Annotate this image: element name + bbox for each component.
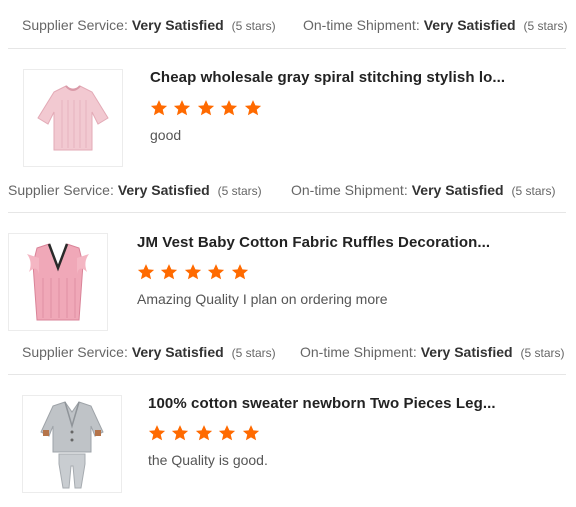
product-title[interactable]: JM Vest Baby Cotton Fabric Ruffles Decor… bbox=[137, 234, 490, 251]
shipment-value: Very Satisfied bbox=[420, 344, 513, 360]
shipment-label: On-time Shipment: bbox=[291, 182, 408, 198]
product-thumbnail[interactable] bbox=[23, 69, 123, 167]
star-icon bbox=[195, 424, 213, 442]
star-icon bbox=[171, 424, 189, 442]
shipment-stars: (5 stars) bbox=[520, 346, 565, 360]
rating-row: Supplier Service: Very Satisfied (5 stars)… bbox=[0, 344, 576, 364]
supplier-service-stars: (5 stars) bbox=[231, 19, 276, 33]
shipment-value: Very Satisfied bbox=[411, 182, 504, 198]
supplier-service-value: Very Satisfied bbox=[131, 344, 224, 360]
review-comment: Amazing Quality I plan on ordering more bbox=[137, 291, 388, 307]
star-icon bbox=[220, 99, 238, 117]
supplier-service-value: Very Satisfied bbox=[117, 182, 210, 198]
star-icon bbox=[218, 424, 236, 442]
star-rating bbox=[148, 424, 261, 442]
star-icon bbox=[242, 424, 260, 442]
star-icon bbox=[160, 263, 178, 281]
product-thumbnail[interactable] bbox=[22, 395, 122, 493]
shipment-label: On-time Shipment: bbox=[300, 344, 417, 360]
supplier-service-stars: (5 stars) bbox=[217, 184, 262, 198]
star-icon bbox=[231, 263, 249, 281]
divider bbox=[8, 374, 566, 375]
divider bbox=[8, 48, 566, 49]
supplier-service-value: Very Satisfied bbox=[131, 17, 224, 33]
product-thumbnail[interactable] bbox=[8, 233, 108, 331]
review-comment: good bbox=[150, 127, 182, 143]
star-icon bbox=[207, 263, 225, 281]
divider bbox=[8, 212, 566, 213]
shipment-stars: (5 stars) bbox=[523, 19, 568, 33]
star-icon bbox=[148, 424, 166, 442]
star-icon bbox=[173, 99, 191, 117]
star-icon bbox=[244, 99, 262, 117]
shipment-value: Very Satisfied bbox=[423, 17, 516, 33]
star-rating bbox=[150, 99, 263, 117]
rating-row: Supplier Service: Very Satisfied (5 stars)… bbox=[0, 182, 576, 202]
product-title[interactable]: Cheap wholesale gray spiral stitching st… bbox=[150, 69, 505, 86]
shipment-label: On-time Shipment: bbox=[303, 17, 420, 33]
gray-cardigan-set-image bbox=[23, 396, 121, 492]
product-title[interactable]: 100% cotton sweater newborn Two Pieces L… bbox=[148, 395, 496, 412]
pink-vest-image bbox=[9, 234, 107, 330]
shipment-stars: (5 stars) bbox=[511, 184, 556, 198]
star-icon bbox=[137, 263, 155, 281]
supplier-service-stars: (5 stars) bbox=[231, 346, 276, 360]
star-icon bbox=[184, 263, 202, 281]
supplier-service-label: Supplier Service: bbox=[22, 344, 128, 360]
rating-row: Supplier Service: Very Satisfied (5 stars)… bbox=[0, 17, 576, 37]
star-icon bbox=[197, 99, 215, 117]
star-rating bbox=[137, 263, 250, 281]
supplier-service-label: Supplier Service: bbox=[22, 17, 128, 33]
pink-sweater-image bbox=[24, 70, 122, 166]
review-comment: the Quality is good. bbox=[148, 452, 268, 468]
star-icon bbox=[150, 99, 168, 117]
supplier-service-label: Supplier Service: bbox=[8, 182, 114, 198]
